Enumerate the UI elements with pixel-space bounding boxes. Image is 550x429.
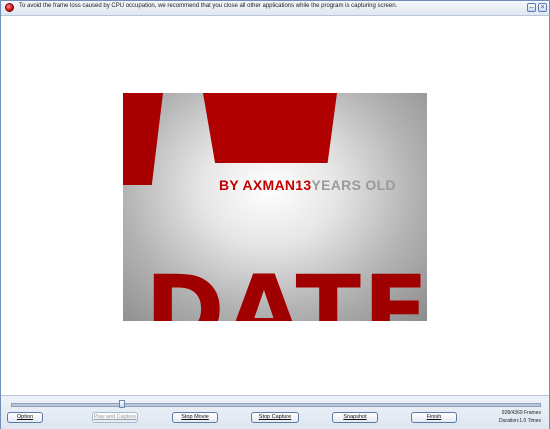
red-shape-middle bbox=[203, 93, 337, 163]
stop-capture-button[interactable]: Stop Capture bbox=[251, 412, 299, 423]
close-button[interactable]: × bbox=[538, 3, 547, 12]
close-icon: × bbox=[540, 4, 545, 11]
finish-label: Finish bbox=[426, 414, 442, 420]
video-big-word: DATE bbox=[145, 255, 427, 321]
option-button-label: Option bbox=[16, 414, 34, 420]
video-byline: BY AXMAN13YEARS OLD bbox=[219, 177, 396, 193]
byline-red-text: BY AXMAN13 bbox=[219, 177, 312, 193]
stop-capture-label: Stop Capture bbox=[258, 414, 292, 420]
video-preview: BY AXMAN13YEARS OLD DATE bbox=[123, 93, 427, 321]
minimize-icon: – bbox=[529, 4, 534, 11]
title-bar: To avoid the frame loss caused by CPU oc… bbox=[1, 1, 549, 16]
red-shape-left bbox=[123, 93, 163, 185]
capture-window: To avoid the frame loss caused by CPU oc… bbox=[0, 0, 550, 429]
control-bar: Option Play and Capture Stop Movie Stop … bbox=[1, 395, 549, 429]
seek-track[interactable] bbox=[11, 403, 541, 407]
duration: Duration:1.0 Times bbox=[499, 418, 541, 424]
title-text: To avoid the frame loss caused by CPU oc… bbox=[19, 3, 398, 9]
snapshot-label: Snapshot bbox=[343, 414, 367, 420]
finish-button[interactable]: Finish bbox=[411, 412, 457, 423]
frame-count: 928/4369 Frames bbox=[501, 410, 541, 416]
seek-thumb[interactable] bbox=[118, 400, 125, 408]
play-and-capture-button[interactable]: Play and Capture bbox=[92, 412, 138, 423]
capture-canvas: BY AXMAN13YEARS OLD DATE bbox=[1, 16, 549, 394]
stop-movie-label: Stop Movie bbox=[181, 414, 209, 420]
byline-gray-text: YEARS OLD bbox=[311, 177, 396, 193]
minimize-button[interactable]: – bbox=[527, 3, 536, 12]
app-record-icon bbox=[5, 3, 14, 12]
play-and-capture-label: Play and Capture bbox=[93, 414, 137, 420]
stop-movie-button[interactable]: Stop Movie bbox=[172, 412, 218, 423]
option-button[interactable]: Option bbox=[7, 412, 43, 423]
snapshot-button[interactable]: Snapshot bbox=[332, 412, 378, 423]
